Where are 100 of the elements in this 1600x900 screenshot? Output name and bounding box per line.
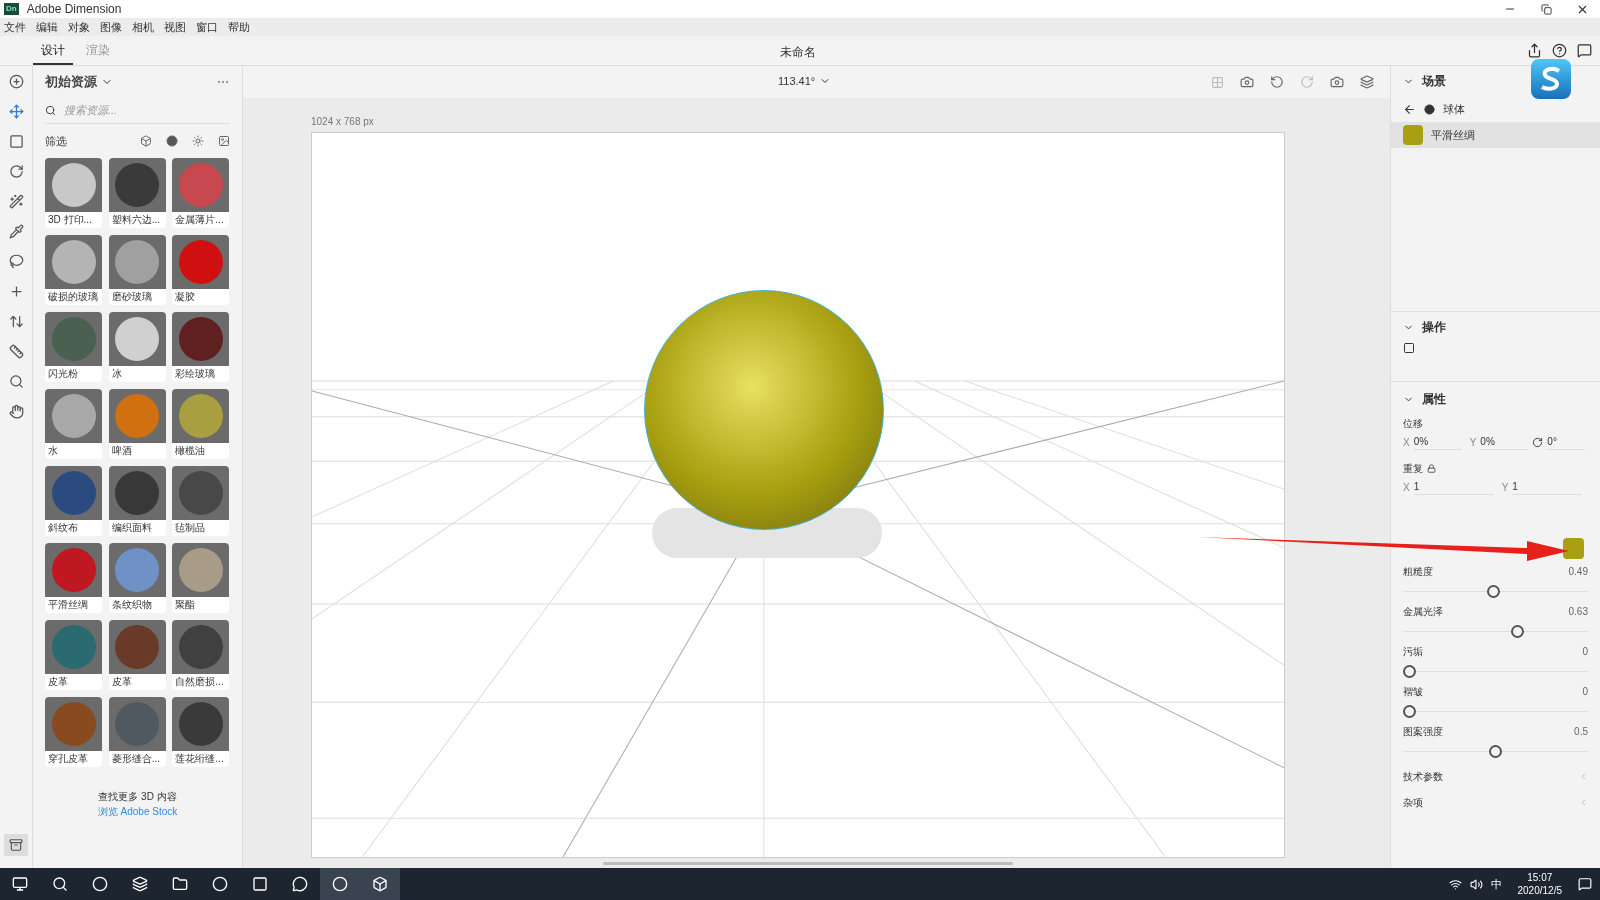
material-tile[interactable]: 毡制品 xyxy=(172,466,230,536)
lasso-icon[interactable] xyxy=(8,254,24,269)
material-tile[interactable]: 斜纹布 xyxy=(45,466,102,536)
clock-date[interactable]: 2020/12/5 xyxy=(1517,884,1562,897)
offset-y-field[interactable]: 0% xyxy=(1480,434,1529,450)
material-tile[interactable]: 磨砂玻璃 xyxy=(108,235,166,305)
material-tile[interactable]: 啤酒 xyxy=(108,389,166,459)
section-title: 操作 xyxy=(1422,319,1446,336)
collapsed-section[interactable]: 杂项 xyxy=(1403,794,1423,810)
chat-icon[interactable] xyxy=(1577,43,1592,58)
color-swatch[interactable] xyxy=(1563,538,1584,559)
camera-bookmark-icon[interactable] xyxy=(1330,75,1344,89)
material-label: 3D 打印... xyxy=(47,213,93,227)
material-tile[interactable]: 皮革 xyxy=(45,620,102,690)
material-tile[interactable]: 穿孔皮革 xyxy=(45,697,102,767)
material-tile[interactable]: 凝胶 xyxy=(172,235,230,305)
object-icon[interactable] xyxy=(1424,103,1435,115)
material-tile[interactable]: 金属薄片... xyxy=(172,158,230,228)
vertical-arrow-icon[interactable] xyxy=(8,314,24,329)
slider-thumb[interactable] xyxy=(1489,745,1502,758)
menu-item[interactable]: 相机 xyxy=(132,18,154,36)
select-tool-icon[interactable] xyxy=(8,134,24,149)
material-label: 聚酯 xyxy=(174,598,197,612)
slider-thumb[interactable] xyxy=(1487,585,1501,598)
material-tile[interactable]: 橄榄油 xyxy=(172,389,230,459)
input-method-indicator[interactable]: 中 xyxy=(1490,875,1502,893)
material-label: 彩绘玻璃 xyxy=(174,367,217,381)
scrollbar[interactable] xyxy=(603,862,1013,865)
slider-thumb[interactable] xyxy=(1403,705,1416,718)
material-tile[interactable]: 水 xyxy=(45,389,102,459)
ruler-icon[interactable] xyxy=(8,344,24,359)
material-tile[interactable]: 聚酯 xyxy=(172,543,230,613)
menu-item[interactable]: 视图 xyxy=(164,18,186,36)
menu-item[interactable]: 图像 xyxy=(100,18,122,36)
material-tile[interactable]: 菱形缝合... xyxy=(108,697,166,767)
network-icon[interactable] xyxy=(1448,877,1462,891)
material-layer-row[interactable]: 平滑丝绸 xyxy=(1391,122,1600,148)
menu-item[interactable]: 窗口 xyxy=(196,18,218,36)
material-tile[interactable]: 条纹织物 xyxy=(108,543,166,613)
material-tile[interactable]: 塑料六边... xyxy=(108,158,166,228)
mode-tab[interactable]: 设计 xyxy=(33,36,73,65)
slider-thumb[interactable] xyxy=(1511,625,1525,638)
eyedropper-icon[interactable] xyxy=(8,224,24,239)
back-arrow-icon[interactable] xyxy=(1403,102,1416,116)
viewport[interactable] xyxy=(311,132,1285,858)
y-label: Y xyxy=(1501,480,1509,495)
y-label: Y xyxy=(1469,435,1477,450)
camera-undo-icon[interactable] xyxy=(1270,75,1284,89)
rotation-field[interactable]: 0° xyxy=(1547,434,1586,450)
search-field[interactable]: 搜索资源... xyxy=(45,98,230,124)
material-icon[interactable] xyxy=(166,135,178,147)
slider-value: 0.63 xyxy=(1568,605,1588,619)
light-icon[interactable] xyxy=(192,135,204,147)
object-name: 球体 xyxy=(1443,101,1465,117)
material-tile[interactable]: 莲花绗缝... xyxy=(172,697,230,767)
app-floating-logo[interactable] xyxy=(1531,59,1571,99)
cube-icon[interactable] xyxy=(140,135,152,147)
repeat-y-field[interactable]: 1 xyxy=(1512,479,1583,495)
material-tile[interactable]: 冰 xyxy=(108,312,166,382)
image-icon[interactable] xyxy=(218,135,230,147)
menu-item[interactable]: 编辑 xyxy=(36,18,58,36)
material-label: 橄榄油 xyxy=(174,444,207,458)
menu-item[interactable]: 对象 xyxy=(68,18,90,36)
material-tile[interactable]: 破损的玻璃 xyxy=(45,235,102,305)
material-tile[interactable]: 3D 打印... xyxy=(45,158,102,228)
archive-icon[interactable] xyxy=(4,834,28,856)
clock-time[interactable]: 15:07 xyxy=(1527,871,1553,884)
material-label: 破损的玻璃 xyxy=(47,290,99,304)
action-icon[interactable] xyxy=(1403,342,1415,354)
help-icon[interactable] xyxy=(1552,43,1567,58)
app-icon[interactable] xyxy=(320,868,360,900)
move-tool-icon[interactable] xyxy=(8,104,24,119)
material-label: 自然磨损... xyxy=(174,675,225,689)
menu-item[interactable]: 文件 xyxy=(4,18,26,36)
add-icon[interactable] xyxy=(8,74,24,89)
search-input[interactable]: 搜索资源... xyxy=(64,102,204,119)
material-tile[interactable]: 平滑丝绸 xyxy=(45,543,102,613)
material-tile[interactable]: 皮革 xyxy=(108,620,166,690)
material-tile[interactable]: 编织面料 xyxy=(108,466,166,536)
rotate-icon[interactable] xyxy=(1532,436,1544,448)
camera-icon[interactable] xyxy=(1240,75,1254,89)
collapsed-section[interactable]: 技术参数 xyxy=(1403,768,1443,784)
zoom-icon[interactable] xyxy=(8,374,24,389)
material-tile[interactable]: 自然磨损... xyxy=(172,620,230,690)
hand-icon[interactable] xyxy=(8,404,24,419)
lock-icon[interactable] xyxy=(1427,464,1436,473)
camera-angle[interactable]: 113.41° xyxy=(778,73,816,90)
section-title: 场景 xyxy=(1422,73,1446,90)
repeat-x-field[interactable]: 1 xyxy=(1413,479,1494,495)
material-tile[interactable]: 闪光粉 xyxy=(45,312,102,382)
plus-tool-icon[interactable] xyxy=(8,284,24,299)
menu-item[interactable]: 帮助 xyxy=(228,18,250,36)
notification-icon[interactable] xyxy=(1578,877,1592,891)
offset-x-field[interactable]: 0% xyxy=(1413,434,1462,450)
share-icon[interactable] xyxy=(1527,43,1542,58)
material-tile[interactable]: 彩绘玻璃 xyxy=(172,312,230,382)
rotate-tool-icon[interactable] xyxy=(8,164,24,179)
volume-icon[interactable] xyxy=(1469,877,1483,891)
slider-thumb[interactable] xyxy=(1403,665,1416,678)
magic-wand-icon[interactable] xyxy=(8,194,24,209)
